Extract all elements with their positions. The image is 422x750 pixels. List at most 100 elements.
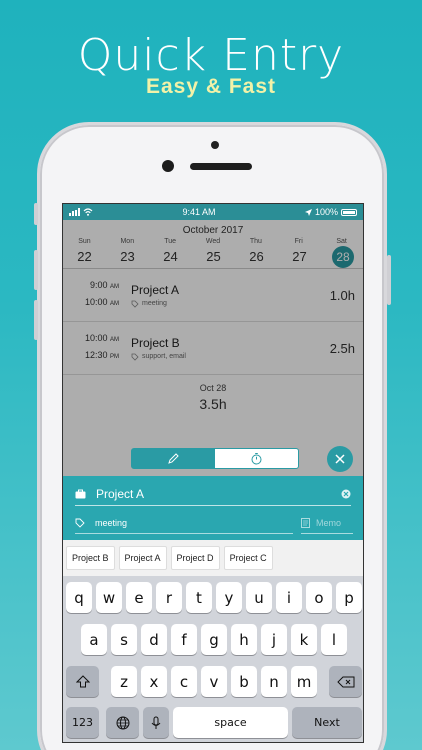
dictation-key[interactable]: [143, 707, 169, 738]
entry-start-time: 10:00: [84, 333, 108, 343]
day-cell[interactable]: 27: [278, 249, 321, 264]
tags-field[interactable]: meeting: [75, 512, 293, 534]
key-l[interactable]: l: [321, 624, 347, 655]
key-x[interactable]: x: [141, 666, 167, 697]
close-button[interactable]: [327, 446, 353, 472]
time-entry-row[interactable]: 10:00 AM 12:30 PM Project B support, ema…: [63, 322, 363, 375]
suggestion-bar: Project B Project A Project D Project C: [63, 540, 363, 576]
weekday-label: Wed: [205, 238, 221, 245]
close-icon: [335, 454, 345, 464]
key-s[interactable]: s: [111, 624, 137, 655]
entry-project: Project A: [131, 282, 180, 297]
status-time: 9:41 AM: [182, 207, 216, 217]
key-t[interactable]: t: [186, 582, 212, 613]
timer-mode-button[interactable]: [215, 449, 298, 468]
key-e[interactable]: e: [126, 582, 152, 613]
key-a[interactable]: a: [81, 624, 107, 655]
key-j[interactable]: j: [261, 624, 287, 655]
key-z[interactable]: z: [111, 666, 137, 697]
weekday-label: Fri: [294, 238, 303, 245]
project-field[interactable]: Project A: [75, 482, 351, 506]
weekday-label: Sun: [78, 238, 91, 245]
key-g[interactable]: g: [201, 624, 227, 655]
space-key[interactable]: space: [173, 707, 288, 738]
weekday-label: Thu: [249, 238, 262, 245]
mute-switch: [34, 203, 38, 225]
shift-icon: [75, 675, 90, 688]
key-n[interactable]: n: [261, 666, 287, 697]
volume-up-button: [34, 250, 38, 290]
entry-mode-toggle: [131, 448, 299, 469]
suggestion-chip[interactable]: Project A: [118, 546, 167, 570]
status-bar: 9:41 AM 100%: [63, 204, 363, 220]
suggestion-chip[interactable]: Project D: [170, 546, 220, 570]
manual-mode-button[interactable]: [132, 449, 215, 468]
memo-placeholder: Memo: [316, 517, 342, 528]
backspace-icon: [336, 676, 354, 687]
key-v[interactable]: v: [201, 666, 227, 697]
key-k[interactable]: k: [291, 624, 317, 655]
selected-day-cell[interactable]: 28: [332, 245, 354, 268]
phone-frame: 9:41 AM 100% October 2017 Sun Mon Tue We…: [34, 122, 391, 750]
key-u[interactable]: u: [246, 582, 272, 613]
key-p[interactable]: p: [336, 582, 362, 613]
project-value: Project A: [96, 486, 145, 501]
entry-end-time: 12:30: [84, 350, 108, 360]
shift-key[interactable]: [66, 666, 99, 697]
day-cell[interactable]: 25: [192, 249, 235, 264]
day-summary: Oct 28 3.5h: [63, 375, 363, 412]
time-entry-row[interactable]: 9:00 AM 10:00 AM Project A meeting 1.0h: [63, 269, 363, 322]
suggestion-chip[interactable]: Project C: [223, 546, 273, 570]
memo-field[interactable]: Memo: [301, 512, 353, 534]
backspace-key[interactable]: [329, 666, 362, 697]
globe-icon: [116, 716, 129, 729]
entry-end-ampm: AM: [110, 301, 119, 307]
day-row: 22 23 24 25 26 27 28: [63, 245, 363, 269]
weekday-label: Tue: [164, 238, 177, 245]
entry-start-ampm: AM: [110, 284, 119, 290]
key-w[interactable]: w: [96, 582, 122, 613]
key-f[interactable]: f: [171, 624, 197, 655]
entry-start-time: 9:00: [89, 280, 108, 290]
summary-total: 3.5h: [199, 396, 227, 412]
stopwatch-icon: [251, 453, 262, 465]
key-m[interactable]: m: [291, 666, 317, 697]
quick-entry-panel: Project A meeting Memo: [63, 476, 363, 540]
day-cell[interactable]: 26: [235, 249, 278, 264]
day-cell[interactable]: 23: [106, 249, 149, 264]
entry-duration: 2.5h: [329, 340, 355, 356]
summary-date: Oct 28: [199, 383, 227, 393]
entry-project: Project B: [131, 335, 180, 350]
key-d[interactable]: d: [141, 624, 167, 655]
suggestion-chip[interactable]: Project B: [66, 546, 115, 570]
volume-down-button: [34, 300, 38, 340]
day-cell[interactable]: 22: [63, 249, 106, 264]
key-b[interactable]: b: [231, 666, 257, 697]
power-button: [387, 255, 391, 305]
app-screen: 9:41 AM 100% October 2017 Sun Mon Tue We…: [62, 203, 364, 743]
key-i[interactable]: i: [276, 582, 302, 613]
briefcase-icon: [75, 489, 86, 498]
tag-icon: [131, 300, 139, 308]
key-h[interactable]: h: [231, 624, 257, 655]
hero-title: Quick Entry: [77, 30, 345, 81]
entry-duration: 1.0h: [329, 287, 355, 303]
tag-icon: [75, 518, 85, 528]
globe-key[interactable]: [106, 707, 139, 738]
front-camera: [162, 160, 174, 172]
numbers-key[interactable]: 123: [66, 707, 99, 738]
weekday-header: Sun Mon Tue Wed Thu Fri Sat: [63, 238, 363, 245]
hero-subtitle: Easy & Fast: [145, 75, 277, 98]
key-y[interactable]: y: [216, 582, 242, 613]
weekday-label: Sat: [336, 238, 347, 245]
day-cell[interactable]: 24: [149, 249, 192, 264]
calendar-month: October 2017: [182, 225, 244, 236]
entry-end-time: 10:00: [84, 297, 108, 307]
next-key[interactable]: Next: [292, 707, 362, 738]
key-c[interactable]: c: [171, 666, 197, 697]
key-q[interactable]: q: [66, 582, 92, 613]
entry-start-ampm: AM: [110, 337, 119, 343]
clear-icon[interactable]: [341, 489, 351, 499]
key-r[interactable]: r: [156, 582, 182, 613]
key-o[interactable]: o: [306, 582, 332, 613]
